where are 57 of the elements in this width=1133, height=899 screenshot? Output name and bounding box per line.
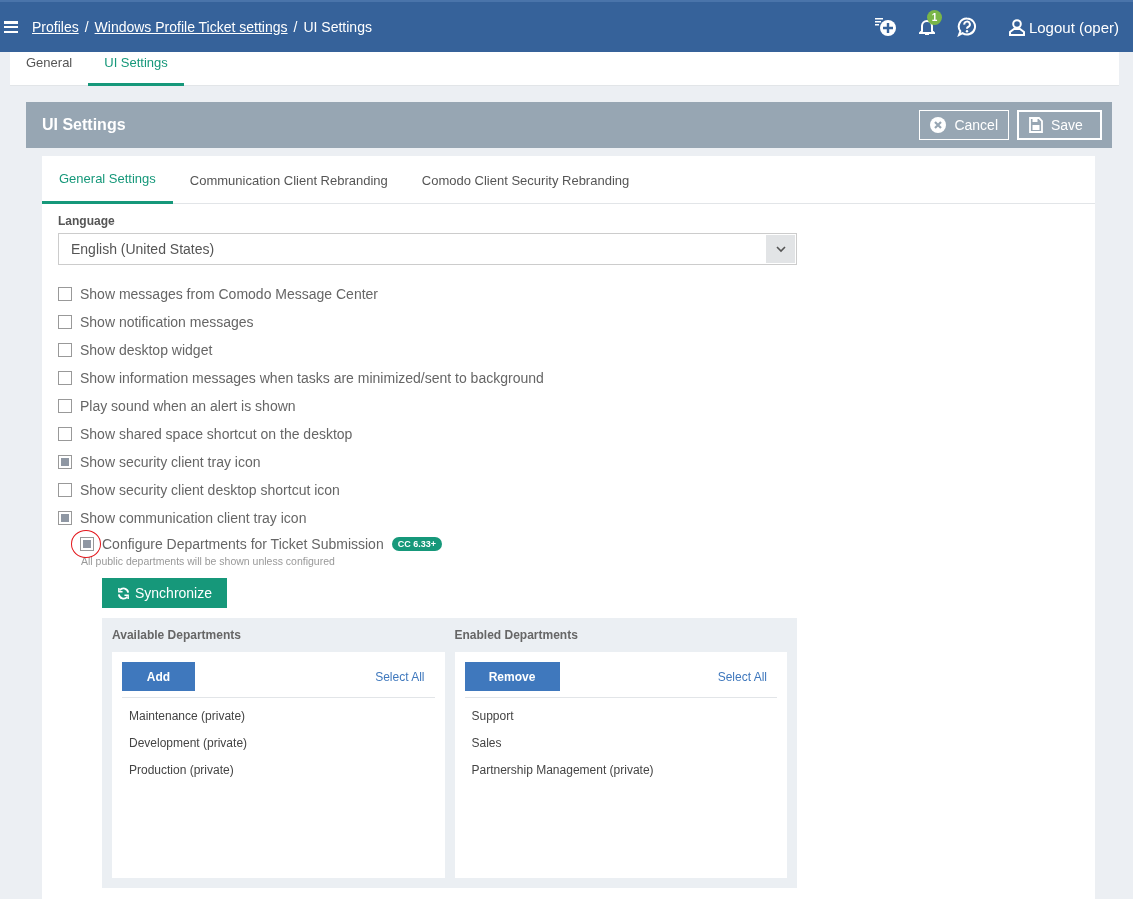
checkbox[interactable]	[58, 287, 72, 301]
checkbox[interactable]	[80, 537, 94, 551]
refresh-icon	[116, 586, 130, 600]
settings-tab[interactable]: General Settings	[42, 156, 173, 204]
department-item[interactable]: Support	[471, 709, 777, 725]
option-label: Show desktop widget	[80, 342, 213, 358]
department-item[interactable]: Sales	[471, 736, 777, 752]
page-tab[interactable]: General	[10, 52, 89, 86]
select-all-link[interactable]: Select All	[375, 669, 425, 684]
option-label: Show shared space shortcut on the desktop	[80, 426, 353, 442]
breadcrumb-link[interactable]: Profiles	[32, 19, 79, 35]
department-item[interactable]: Maintenance (private)	[129, 709, 435, 725]
field-label: Language	[58, 214, 116, 228]
checkbox[interactable]	[58, 343, 72, 357]
hint-text: All public departments will be shown unless configured	[80, 555, 336, 567]
add-ticket-icon[interactable]	[874, 17, 897, 37]
language-dropdown[interactable]: English (United States)	[58, 233, 797, 265]
close-icon	[930, 117, 947, 133]
select-all-link[interactable]: Select All	[717, 669, 767, 684]
option-label: Show security client desktop shortcut icon	[80, 482, 340, 498]
logout-link[interactable]: Logout (oper)	[1008, 18, 1119, 36]
checkbox[interactable]	[58, 315, 72, 329]
breadcrumb-current: UI Settings	[303, 19, 372, 35]
checkbox[interactable]	[58, 399, 72, 413]
chevron-down-icon	[775, 245, 786, 253]
checkbox[interactable]	[58, 483, 72, 497]
checkbox[interactable]	[58, 455, 72, 469]
department-item[interactable]: Production (private)	[129, 763, 435, 779]
notification-count: 1	[926, 10, 942, 25]
option-label: Show messages from Comodo Message Center	[80, 286, 379, 302]
department-item[interactable]: Partnership Management (private)	[471, 763, 777, 779]
breadcrumb-separator: /	[84, 19, 89, 35]
breadcrumb-link[interactable]: Windows Profile Ticket settings	[94, 19, 288, 35]
menu-icon[interactable]	[4, 21, 18, 33]
list-title: Available Departments	[112, 628, 242, 642]
list-title: Enabled Departments	[454, 628, 579, 642]
option-label: Show notification messages	[80, 314, 254, 330]
option-label: Show security client tray icon	[80, 454, 261, 470]
settings-tab[interactable]: Communication Client Rebranding	[172, 156, 405, 204]
synchronize-button[interactable]: Synchronize	[102, 578, 227, 608]
option-label: Configure Departments for Ticket Submission	[102, 536, 384, 552]
version-badge: CC 6.33+	[391, 537, 442, 551]
option-label: Show communication client tray icon	[80, 510, 307, 526]
remove-button[interactable]: Remove	[464, 662, 560, 691]
user-icon	[1008, 18, 1025, 36]
option-label: Show information messages when tasks are minimized/sent to background	[80, 370, 544, 386]
breadcrumb-separator: /	[293, 19, 298, 35]
checkbox[interactable]	[58, 427, 72, 441]
panel-title: UI Settings	[42, 116, 127, 134]
add-button[interactable]: Add	[122, 662, 195, 691]
page-tab[interactable]: UI Settings	[88, 52, 184, 86]
settings-tab[interactable]: Comodo Client Security Rebranding	[404, 156, 647, 204]
option-label: Play sound when an alert is shown	[80, 398, 296, 414]
department-item[interactable]: Development (private)	[129, 736, 435, 752]
checkbox[interactable]	[58, 371, 72, 385]
checkbox[interactable]	[58, 511, 72, 525]
help-icon[interactable]	[956, 17, 977, 37]
